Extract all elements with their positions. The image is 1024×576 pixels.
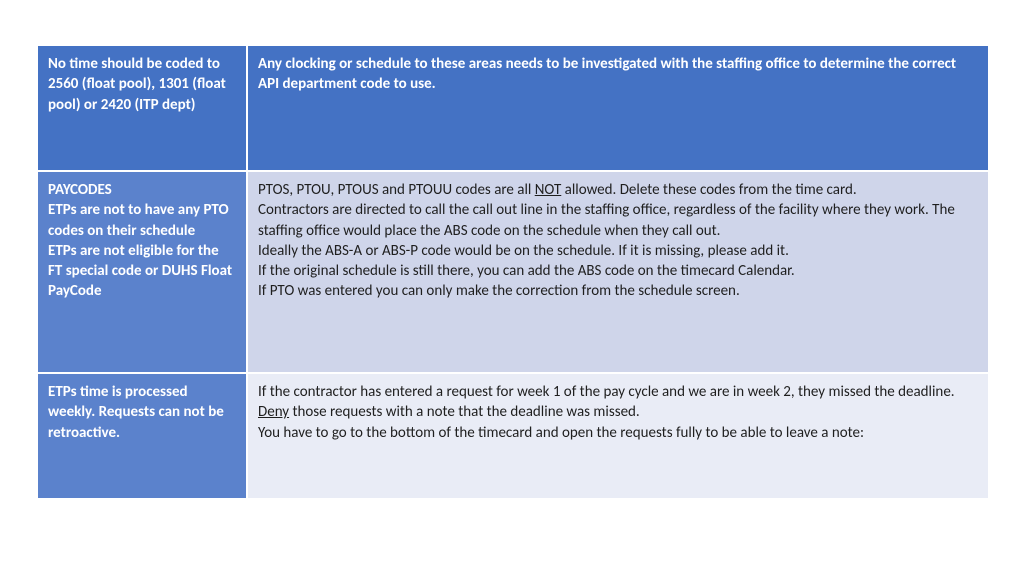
row2-right-line4: If the original schedule is still there,… (258, 261, 978, 281)
row2-left-line1: PAYCODES (48, 180, 236, 200)
row2-right-line3: Ideally the ABS-A or ABS-P code would be… (258, 241, 978, 261)
row3-left-cell: ETPs time is processed weekly. Requests … (37, 373, 247, 499)
row2-left-line3: ETPs are not eligible for the FT special… (48, 241, 236, 302)
row2-left-line2: ETPs are not to have any PTO codes on th… (48, 200, 236, 241)
row3-right-line1-pre: If the contractor has entered a request … (258, 383, 955, 401)
table-row: ETPs time is processed weekly. Requests … (37, 373, 989, 499)
row2-right-line1-post: allowed. Delete these codes from the tim… (561, 181, 856, 199)
row2-left-cell: PAYCODES ETPs are not to have any PTO co… (37, 171, 247, 373)
policy-table: No time should be coded to 2560 (float p… (36, 44, 990, 500)
row3-right-cell: If the contractor has entered a request … (247, 373, 989, 499)
table-row: No time should be coded to 2560 (float p… (37, 45, 989, 171)
row3-left-text: ETPs time is processed weekly. Requests … (48, 382, 236, 490)
row2-right-cell: PTOS, PTOU, PTOUS and PTOUU codes are al… (247, 171, 989, 373)
row1-right-cell: Any clocking or schedule to these areas … (247, 45, 989, 171)
row3-right-line2: You have to go to the bottom of the time… (258, 423, 978, 443)
table-row: PAYCODES ETPs are not to have any PTO co… (37, 171, 989, 373)
row1-left-cell: No time should be coded to 2560 (float p… (37, 45, 247, 171)
row2-right-line1: PTOS, PTOU, PTOUS and PTOUU codes are al… (258, 180, 978, 200)
row1-left-text: No time should be coded to 2560 (float p… (48, 54, 236, 162)
row1-right-text: Any clocking or schedule to these areas … (258, 54, 978, 95)
row2-right-line5: If PTO was entered you can only make the… (258, 281, 978, 301)
row2-left-text: PAYCODES ETPs are not to have any PTO co… (48, 180, 236, 364)
document-page: No time should be coded to 2560 (float p… (0, 0, 1024, 536)
row3-right-line1-post: those requests with a note that the dead… (289, 403, 640, 421)
row3-right-line1-underline: Deny (258, 403, 289, 421)
row3-right-line1: If the contractor has entered a request … (258, 382, 978, 423)
row2-right-line2: Contractors are directed to call the cal… (258, 200, 978, 241)
row2-right-line1-pre: PTOS, PTOU, PTOUS and PTOUU codes are al… (258, 181, 535, 199)
row2-right-line1-underline: NOT (535, 181, 562, 199)
